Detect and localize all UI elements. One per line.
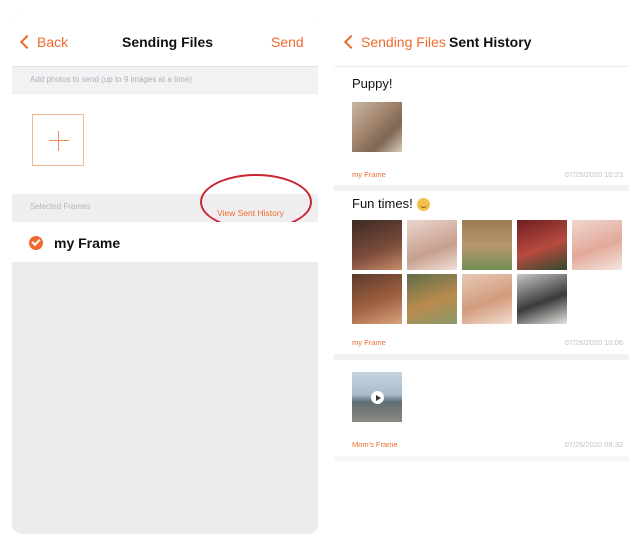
frame-label: Mom's Frame	[352, 440, 398, 449]
divider	[334, 456, 629, 462]
nav-bar: Sending Files Sent History	[334, 14, 629, 67]
back-label: Back	[37, 34, 69, 50]
back-button[interactable]: Back	[19, 34, 69, 50]
photo-thumbnail[interactable]	[462, 274, 512, 324]
smiling-face-emoji	[416, 198, 430, 212]
nav-bar: Back Sending Files Send	[12, 14, 318, 67]
back-label: Sending Files	[361, 34, 446, 50]
divider	[334, 185, 629, 191]
photo-thumbnail[interactable]	[352, 220, 402, 270]
frame-name: my Frame	[54, 235, 121, 251]
photo-thumbnail[interactable]	[517, 274, 567, 324]
add-photo-button[interactable]	[32, 114, 84, 166]
photo-thumbnail[interactable]	[352, 102, 402, 152]
checkmark-circle-icon	[29, 236, 43, 250]
photo-thumbnail[interactable]	[407, 220, 457, 270]
photo-thumbnail[interactable]	[572, 220, 622, 270]
page-title: Sent History	[449, 34, 532, 50]
sending-files-screen: Back Sending Files Send Add photos to se…	[12, 14, 318, 534]
entry-title: Fun times!	[352, 196, 430, 212]
page-title: Sending Files	[122, 34, 214, 50]
add-photos-hint: Add photos to send (up to 9 images at a …	[12, 67, 318, 93]
sent-history-screen: Sending Files Sent History Puppy! my Fra…	[334, 14, 629, 534]
photo-thumbnail[interactable]	[517, 220, 567, 270]
plus-icon	[49, 140, 69, 141]
video-thumbnail[interactable]	[352, 372, 402, 422]
back-button[interactable]: Sending Files	[343, 34, 446, 50]
selected-frames-label: Selected Frames	[30, 202, 91, 211]
photo-thumbnail[interactable]	[407, 274, 457, 324]
send-button[interactable]: Send	[271, 34, 304, 50]
sent-date: 07/26/2020 08:32	[564, 440, 623, 449]
sent-date: 07/25/2020 10:23	[564, 170, 623, 179]
photo-thumbnail[interactable]	[352, 274, 402, 324]
sent-date: 07/26/2020 10:06	[564, 338, 623, 347]
play-icon	[371, 391, 384, 404]
frame-list-item[interactable]: my Frame	[12, 222, 318, 262]
entry-title: Puppy!	[352, 76, 393, 91]
divider	[334, 354, 629, 360]
frame-label: my Frame	[352, 170, 386, 179]
chevron-left-icon	[343, 34, 359, 50]
frame-label: my Frame	[352, 338, 386, 347]
photo-thumbnail[interactable]	[462, 220, 512, 270]
chevron-left-icon	[19, 34, 35, 50]
